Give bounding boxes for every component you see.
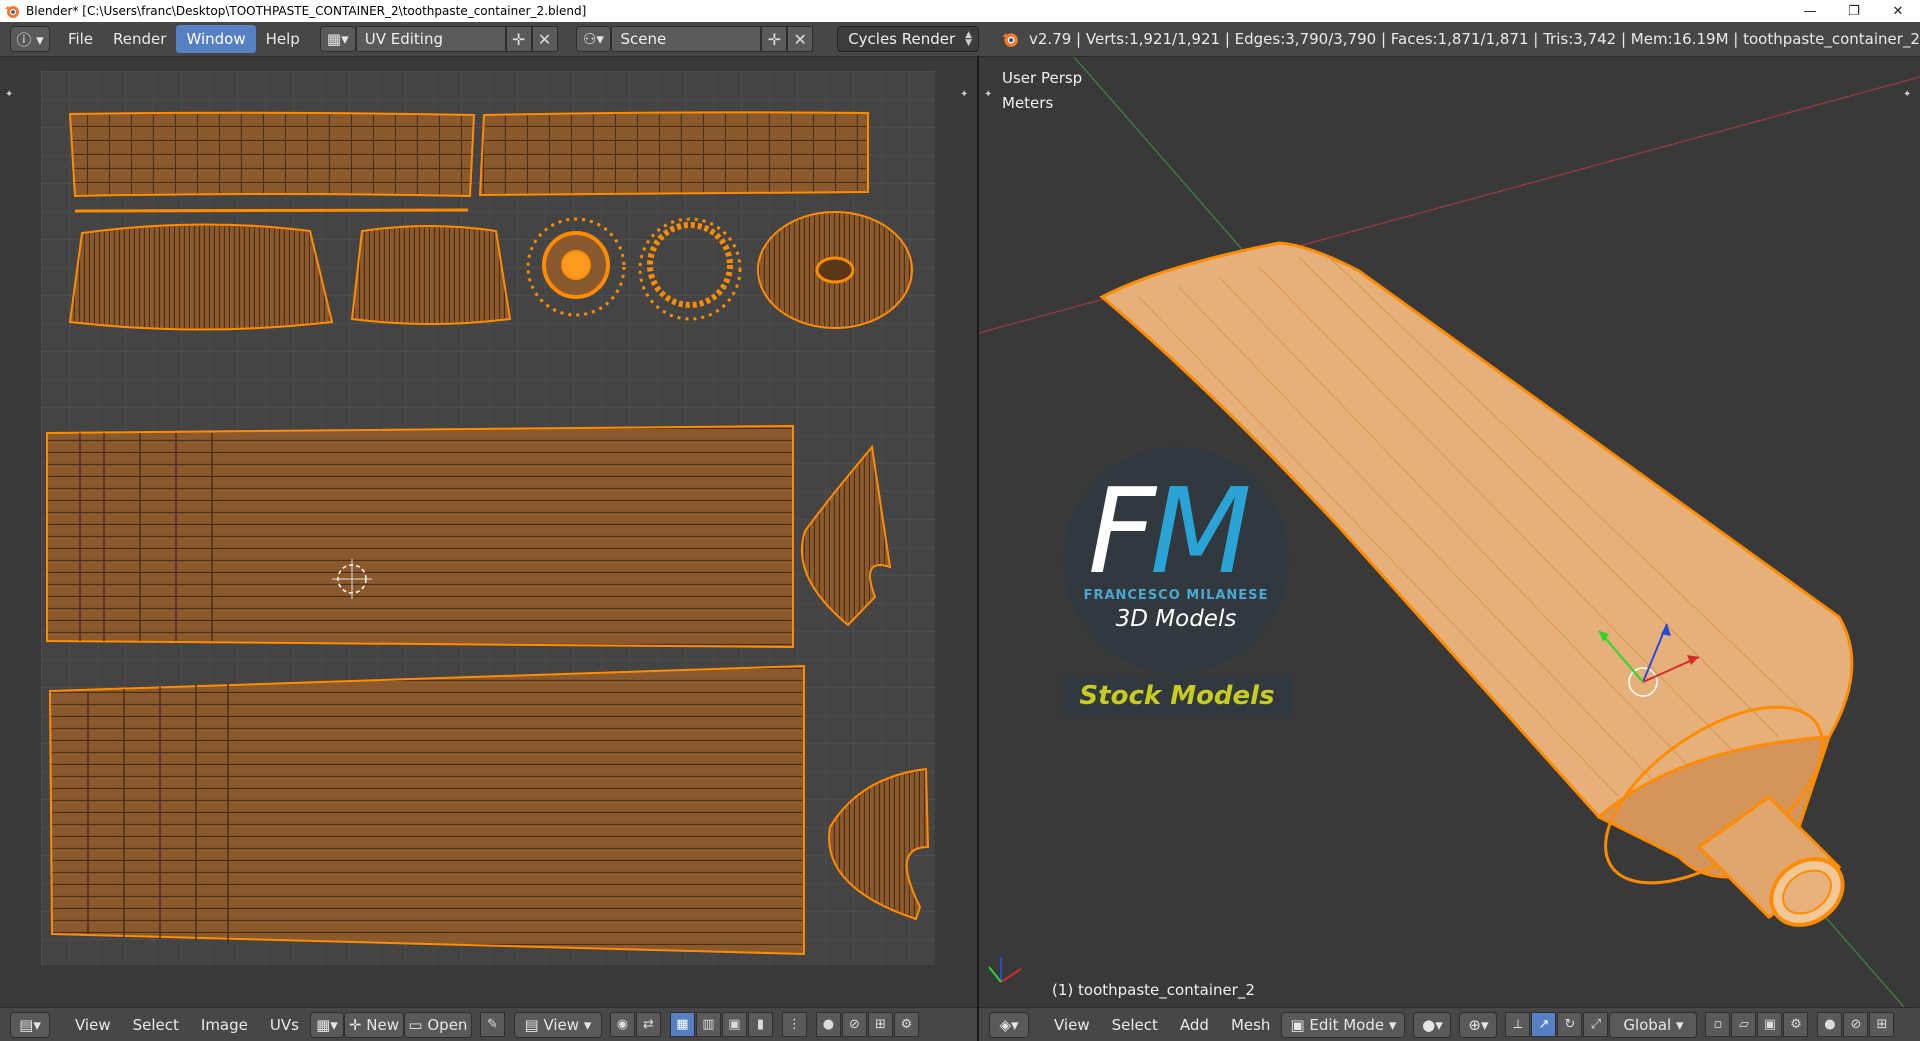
fm-subtitle: 3D Models [1115, 606, 1237, 632]
close-window-button[interactable]: ✕ [1876, 0, 1920, 22]
uv-menu-image[interactable]: Image [190, 1011, 259, 1039]
uv-menu-select[interactable]: Select [122, 1011, 190, 1039]
uv-island-thin-strip [74, 208, 469, 213]
remove-scene-icon[interactable]: ✕ [787, 26, 814, 52]
render-engine-dropdown[interactable]: Cycles Render ▲ ▼ [837, 26, 980, 52]
editor-type-image-icon[interactable]: ▤▾ [10, 1011, 50, 1038]
snap-target-icon[interactable]: ⊞ [867, 1012, 893, 1037]
new-image-button[interactable]: ✛ New [343, 1011, 404, 1038]
screen-layout-icon[interactable]: ▦▾ [319, 26, 356, 52]
blender-logo-icon [1002, 33, 1018, 47]
view-mode-dropdown[interactable]: ▤ View ▾ [513, 1011, 602, 1038]
fm-stock-label: Stock Models [1063, 674, 1291, 718]
active-object-label: (1) toothpaste_container_2 [1052, 981, 1255, 999]
vp-menu-select[interactable]: Select [1101, 1011, 1169, 1039]
window-titlebar: Blender* [C:\Users\franc\Desktop\TOOTHPA… [0, 0, 1920, 22]
fm-logo-letters: FM [1088, 472, 1252, 590]
menu-help[interactable]: Help [256, 25, 310, 53]
orientation-dropdown[interactable]: Global ▾ [1609, 1011, 1698, 1038]
info-header: ⓘ ▾ File Render Window Help ▦▾ UV Editin… [0, 22, 1920, 57]
axis-gizmo-icon [988, 957, 1022, 983]
screen-layout-field[interactable]: UV Editing [355, 26, 506, 52]
view-mode-label: View [543, 1015, 580, 1034]
translate-manipulator-icon[interactable]: ↗ [1531, 1012, 1557, 1037]
snap-icon[interactable]: ⊘ [841, 1012, 867, 1037]
window-title: Blender* [C:\Users\franc\Desktop\TOOTHPA… [26, 4, 587, 18]
vertex-select-icon[interactable]: ▦ [669, 1012, 695, 1037]
sync-selection-icon[interactable]: ⇄ [635, 1012, 661, 1037]
uv-island-strip-1 [68, 111, 476, 198]
face-mode-icon[interactable]: ▣ [1757, 1012, 1783, 1037]
properties-toggle-icon[interactable]: ✦ [1903, 89, 1911, 100]
add-screen-icon[interactable]: ✛ [505, 26, 532, 52]
mode-label: Edit Mode [1309, 1015, 1385, 1034]
edge-select-icon[interactable]: ▥ [695, 1012, 721, 1037]
toolshelf-toggle-icon[interactable]: ✦ [984, 89, 992, 100]
viewport-shading-icon[interactable]: ●▾ [1413, 1011, 1452, 1038]
uv-island-ring [647, 222, 733, 308]
blender-logo-icon [5, 6, 19, 18]
dropdown-arrows-icon: ▲ ▼ [965, 30, 973, 48]
render-engine-label: Cycles Render [848, 30, 956, 48]
open-image-label: Open [427, 1015, 468, 1034]
pivot-icon[interactable]: ◉ [609, 1012, 635, 1037]
editor-type-3d-icon[interactable]: ◈▾ [989, 1011, 1029, 1038]
minimize-button[interactable]: — [1788, 0, 1832, 22]
uv-menu-view[interactable]: View [64, 1011, 122, 1039]
open-image-button[interactable]: ▭ Open [403, 1011, 472, 1038]
menu-window[interactable]: Window [176, 25, 256, 53]
proportional-editing-icon[interactable]: ● [1817, 1012, 1843, 1037]
uv-island-fan-1 [68, 223, 334, 331]
image-browse-icon[interactable]: ▦▾ [309, 1011, 344, 1038]
menu-file[interactable]: File [58, 25, 103, 53]
uv-editor-header: ▤▾ View Select Image UVs ▦▾ ✛ New ▭ Open… [0, 1007, 977, 1041]
island-select-icon[interactable]: ▮ [747, 1012, 773, 1037]
uv-island-body-1 [46, 424, 794, 649]
vertex-mode-icon[interactable]: ▫ [1705, 1012, 1731, 1037]
units-label: Meters [1002, 94, 1054, 112]
scene-field[interactable]: Scene [611, 26, 762, 52]
uv-islands[interactable]: ✦ ✦ [0, 57, 977, 1007]
pin-icon[interactable]: ✎ [479, 1012, 505, 1037]
snap-toggle-icon[interactable]: ⊘ [1843, 1012, 1869, 1037]
snap-element-icon[interactable]: ⊞ [1869, 1012, 1895, 1037]
fm-author-name: FRANCESCO MILANESE [1083, 588, 1269, 603]
remove-screen-icon[interactable]: ✕ [531, 26, 558, 52]
scene-stats: v2.79 | Verts:1,921/1,921 | Edges:3,790/… [1029, 30, 1920, 48]
vp-menu-view[interactable]: View [1043, 1011, 1101, 1039]
uv-island-body-2 [48, 664, 805, 956]
pivot-point-icon[interactable]: ⊕▾ [1459, 1011, 1498, 1038]
vp-menu-add[interactable]: Add [1169, 1011, 1220, 1039]
fm-letter-f: F [1088, 462, 1156, 600]
restore-button[interactable]: ❐ [1832, 0, 1876, 22]
properties-toggle-icon[interactable]: ✦ [960, 89, 968, 100]
fm-letter-m: M [1149, 462, 1252, 600]
orientation-label: Global [1623, 1015, 1672, 1034]
uv-image-editor[interactable]: ✦ ✦ [0, 57, 977, 1007]
uv-island-crescent-1 [800, 444, 892, 627]
new-image-label: New [366, 1015, 399, 1034]
uv-island-fan-2 [350, 225, 512, 325]
view-perspective-label: User Persp [1002, 69, 1083, 87]
manipulator-toggle-icon[interactable]: ⟂ [1505, 1012, 1531, 1037]
scale-manipulator-icon[interactable]: ⤢ [1583, 1012, 1609, 1037]
uv-menu-uvs[interactable]: UVs [259, 1011, 310, 1039]
uv-island-crescent-2 [828, 767, 930, 921]
occlude-geometry-icon[interactable]: ⚙ [1783, 1012, 1809, 1037]
menu-render[interactable]: Render [103, 25, 176, 53]
edge-mode-icon[interactable]: ▱ [1731, 1012, 1757, 1037]
scene-icon[interactable]: ⚇▾ [575, 26, 612, 52]
editor-type-info-icon[interactable]: ⓘ ▾ [10, 26, 50, 52]
image-channels-icon[interactable]: ⚙ [893, 1012, 919, 1037]
proportional-edit-icon[interactable]: ● [815, 1012, 841, 1037]
add-scene-icon[interactable]: ✛ [761, 26, 788, 52]
rotate-manipulator-icon[interactable]: ↻ [1557, 1012, 1583, 1037]
face-select-icon[interactable]: ▣ [721, 1012, 747, 1037]
uv-island-strip-2 [478, 111, 869, 197]
mode-dropdown[interactable]: ▣ Edit Mode ▾ [1281, 1011, 1406, 1038]
vp-menu-mesh[interactable]: Mesh [1220, 1011, 1282, 1039]
sticky-mode-icon[interactable]: ⋮ [781, 1012, 807, 1037]
viewport-header: ◈▾ View Select Add Mesh ▣ Edit Mode ▾ ●▾… [979, 1007, 1920, 1041]
toolshelf-toggle-icon[interactable]: ✦ [5, 89, 13, 100]
